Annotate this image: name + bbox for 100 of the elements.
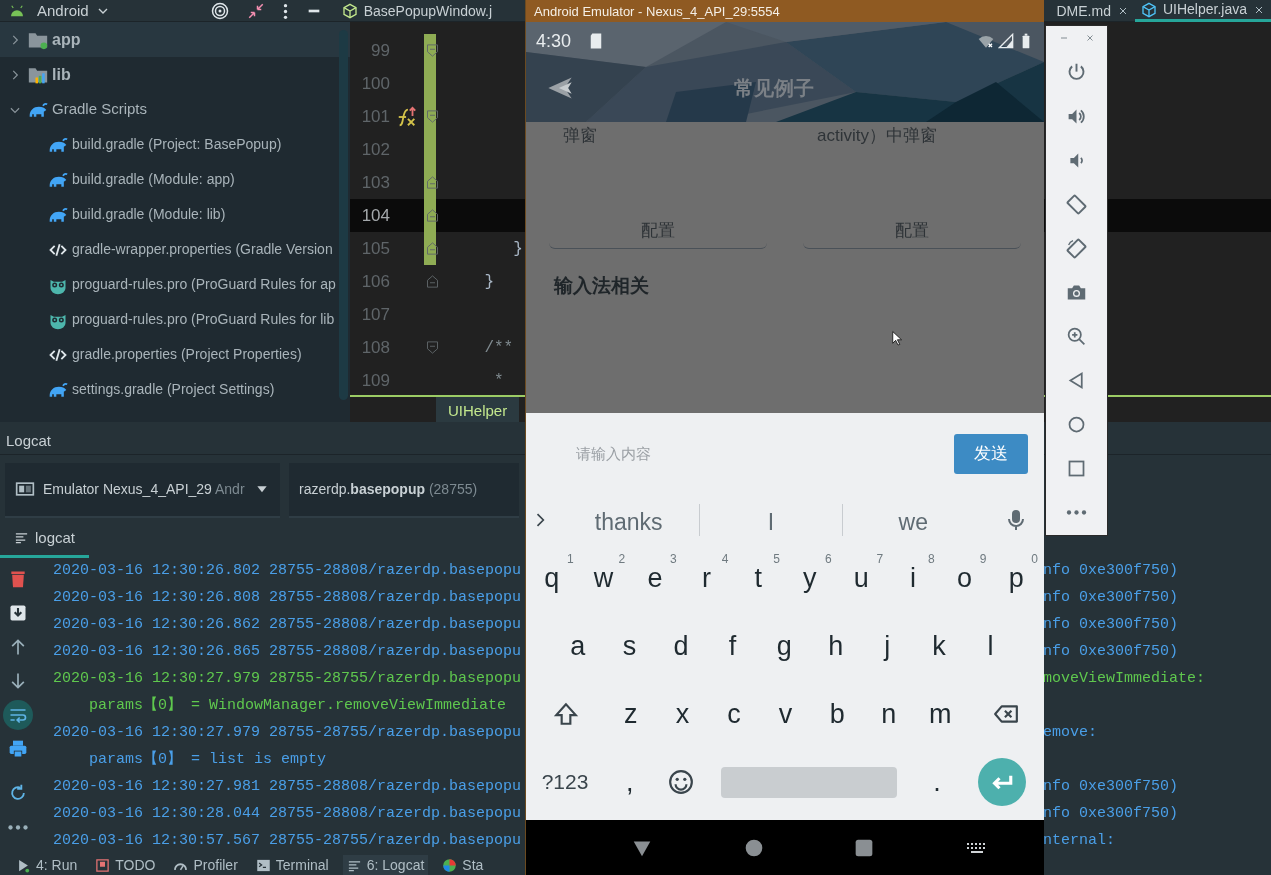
logcat-tab[interactable]: logcat (0, 526, 90, 558)
wifi-icon (978, 33, 994, 49)
suggestion[interactable]: we (842, 503, 984, 536)
line-number: 108 (360, 336, 390, 359)
key[interactable]: g (758, 616, 810, 676)
log-text: nfo 0xe300f750) (1043, 642, 1180, 663)
signal-icon (998, 33, 1014, 49)
log-text: 2020-03-16 12:30:26.802 28755-28808/razerdp.basepopu (53, 561, 523, 582)
tool-window-button[interactable]: Terminal (251, 855, 333, 875)
recents-icon[interactable] (854, 837, 875, 858)
tree-item[interactable]: proguard-rules.pro (ProGuard Rules for ap (0, 267, 350, 302)
send-button[interactable]: 发送 (954, 434, 1028, 474)
fold-icon[interactable] (425, 175, 440, 190)
editor-tab[interactable]: BasePopupWindow.j (335, 0, 499, 22)
tool-window-button[interactable]: Sta (438, 855, 488, 875)
log-text: params【0】 = WindowManager.removeViewImmediate (88, 695, 508, 717)
key[interactable]: t 5 (732, 548, 784, 608)
tree-item[interactable]: settings.gradle (Project Settings) (0, 372, 350, 407)
suggestion[interactable]: thanks (558, 503, 700, 536)
line-number: 105 (360, 237, 390, 260)
key[interactable]: h (809, 616, 862, 676)
key[interactable]: y 6 (783, 548, 836, 608)
tool-window-button[interactable]: Profiler (169, 855, 242, 875)
fold-icon[interactable] (425, 43, 440, 58)
rotate-left-icon (1066, 193, 1087, 215)
card-text: activity）中弹窗 (816, 125, 938, 147)
tree-item[interactable]: build.gradle (Project: BasePopup) (0, 127, 350, 162)
tool-window-button[interactable]: 4: Run (12, 855, 82, 875)
log-text: 2020-03-16 12:30:27.981 28755-28808/razerdp.basepopu (53, 777, 523, 798)
log-text: params【0】 = list is empty (88, 749, 328, 771)
log-text: emove: (1043, 723, 1098, 744)
key[interactable]: x (656, 684, 709, 744)
home-icon[interactable] (743, 837, 764, 858)
log-text: nfo 0xe300f750) (1043, 804, 1180, 825)
tree-item[interactable]: proguard-rules.pro (ProGuard Rules for lib (0, 302, 350, 337)
key[interactable]: q 1 (526, 548, 578, 608)
fold-icon[interactable] (425, 109, 440, 124)
key[interactable]: c (708, 684, 760, 744)
editor-tab[interactable]: DME.md (1050, 0, 1135, 22)
key[interactable]: i 8 (887, 548, 939, 608)
key[interactable]: o 9 (938, 548, 991, 608)
key[interactable]: j (861, 616, 914, 676)
tree-item[interactable]: gradle-wrapper.properties (Gradle Version (0, 232, 350, 267)
line-number: 107 (360, 303, 390, 326)
log-text: nfo 0xe300f750) (1043, 561, 1180, 582)
change-marker[interactable] (424, 232, 436, 265)
more-icon (1066, 509, 1087, 515)
tool-window-button[interactable]: 6: Logcat (342, 855, 429, 875)
tree-item[interactable]: lib (0, 57, 350, 92)
key[interactable]: b (811, 684, 863, 744)
project-view-dropdown[interactable]: Android (37, 0, 89, 23)
zoom-icon (1066, 325, 1087, 347)
key[interactable]: s (603, 616, 656, 676)
key[interactable]: d (655, 616, 707, 676)
tool-window-button[interactable]: TODO (91, 855, 160, 875)
key[interactable]: , (604, 752, 656, 812)
tree-item[interactable]: build.gradle (Module: lib) (0, 197, 350, 232)
process-dropdown[interactable]: razerdp.basepopup (28755) (289, 463, 519, 518)
tree-item[interactable]: app (0, 22, 350, 57)
key[interactable]: n (862, 684, 915, 744)
key[interactable]: p 0 (990, 548, 1042, 608)
log-text: 2020-03-16 12:30:26.865 28755-28808/razerdp.basepopu (53, 642, 523, 663)
wrap-button[interactable] (2, 700, 33, 730)
todo-icon (95, 857, 111, 873)
change-marker[interactable] (424, 34, 436, 67)
list-icon (14, 530, 29, 546)
fold-icon[interactable] (425, 241, 440, 256)
shift-icon (552, 701, 579, 727)
app-title: 常见例子 (734, 76, 814, 101)
breadcrumb[interactable]: UIHelper (436, 397, 520, 422)
key[interactable]: e 3 (629, 548, 681, 608)
more-icon[interactable] (282, 2, 288, 20)
key[interactable]: m (914, 684, 967, 744)
line-number: 109 (360, 369, 390, 392)
device-dropdown[interactable]: Emulator Nexus_4_API_29 Andr (5, 463, 280, 518)
cursor-icon (891, 328, 905, 348)
key[interactable]: a (552, 616, 604, 676)
target-icon[interactable] (210, 2, 229, 20)
key[interactable]: z (605, 684, 657, 744)
key[interactable]: f (706, 616, 759, 676)
key[interactable]: w 2 (577, 548, 630, 608)
key[interactable]: . (911, 752, 963, 812)
collapse-icon[interactable] (246, 2, 265, 20)
line-number: 100 (360, 72, 390, 95)
fold-icon[interactable] (425, 208, 440, 223)
key[interactable]: r 4 (680, 548, 733, 608)
tree-item[interactable]: build.gradle (Module: app) (0, 162, 350, 197)
log-text: 2020-03-16 12:30:28.044 28755-28808/razerdp.basepopu (53, 804, 523, 825)
function-arrow-icon[interactable] (396, 105, 418, 128)
key[interactable]: l (964, 616, 1017, 676)
suggestion[interactable]: I (700, 503, 842, 536)
key[interactable]: ?123 (526, 752, 604, 812)
key[interactable]: k (913, 616, 965, 676)
card-text: 弹窗 (562, 125, 598, 147)
key[interactable]: u 7 (835, 548, 888, 608)
code-text: } (483, 271, 494, 293)
tree-item[interactable]: Gradle Scripts (0, 92, 350, 127)
key[interactable]: v (759, 684, 812, 744)
line-number: 106 (360, 270, 390, 293)
tree-item[interactable]: gradle.properties (Project Properties) (0, 337, 350, 372)
